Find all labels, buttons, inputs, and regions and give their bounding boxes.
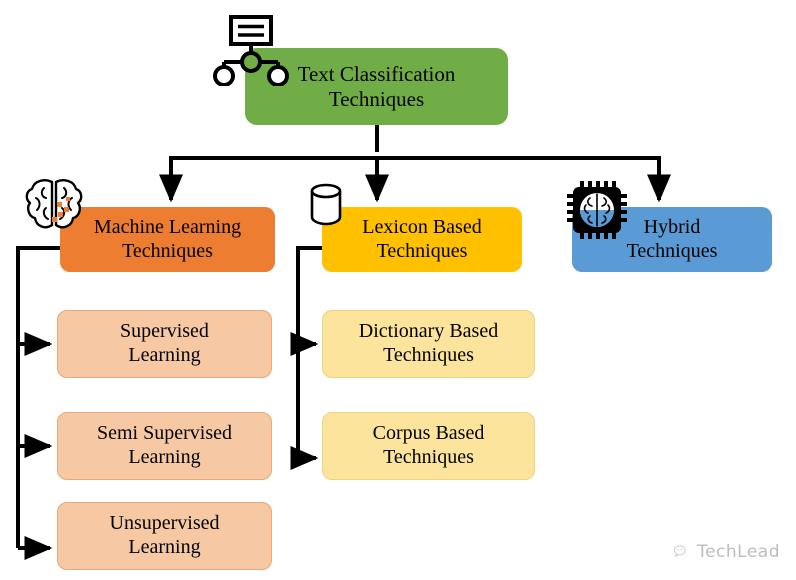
node-semi-supervised-learning[interactable]: Semi Supervised Learning bbox=[57, 412, 272, 480]
node-dictionary-based[interactable]: Dictionary Based Techniques bbox=[322, 310, 535, 378]
diagram-canvas: Text Classification Techniques Machine L… bbox=[0, 0, 796, 580]
wechat-icon bbox=[673, 544, 686, 557]
node-root[interactable]: Text Classification Techniques bbox=[245, 48, 508, 125]
node-supervised-learning[interactable]: Supervised Learning bbox=[57, 310, 272, 378]
node-corpus-based[interactable]: Corpus Based Techniques bbox=[322, 412, 535, 480]
node-unsupervised-learning[interactable]: Unsupervised Learning bbox=[57, 502, 272, 570]
watermark: TechLead bbox=[673, 542, 780, 562]
edge-machine-learning-trunk bbox=[16, 246, 62, 548]
node-lexicon-based[interactable]: Lexicon Based Techniques bbox=[322, 207, 522, 272]
watermark-label: TechLead bbox=[697, 542, 780, 562]
node-machine-learning[interactable]: Machine Learning Techniques bbox=[60, 207, 275, 272]
node-hybrid[interactable]: Hybrid Techniques bbox=[572, 207, 772, 272]
